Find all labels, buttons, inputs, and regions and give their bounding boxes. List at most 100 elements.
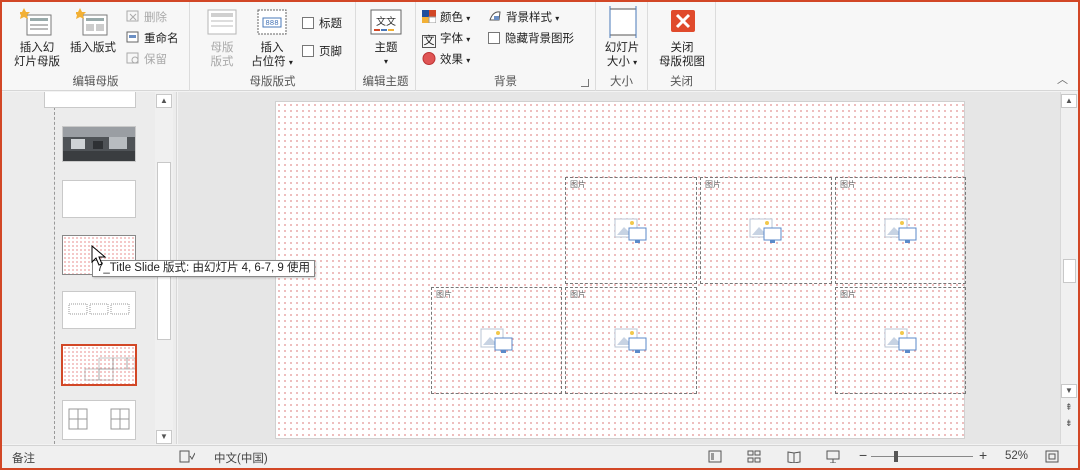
layout-thumbnail-selected[interactable] [61, 344, 137, 386]
close-icon [665, 6, 699, 38]
picture-placeholder[interactable]: 图片 [700, 177, 832, 284]
slide-master-thumbnail[interactable] [44, 92, 136, 108]
close-master-view-label-2: 母版视图 [659, 56, 705, 68]
collapse-ribbon-icon[interactable]: ︿ [1057, 71, 1068, 87]
group-edit-master: 插入幻 灯片母版 插入版式 删除 重命名 保留 编辑母版 [2, 2, 190, 91]
normal-view-icon[interactable] [708, 450, 722, 466]
picture-icon [884, 218, 916, 243]
delete-label: 删除 [144, 12, 167, 24]
zoom-slider-handle[interactable] [894, 451, 898, 462]
effects-button[interactable]: 效果 ▾ [422, 52, 470, 69]
hide-background-graphics-label: 隐藏背景图形 [505, 33, 574, 45]
spell-check-icon[interactable] [179, 450, 196, 467]
fonts-icon: 文 [422, 35, 436, 48]
insert-layout-label: 插入版式 [70, 42, 116, 54]
layout-thumbnail-blank[interactable] [62, 180, 136, 218]
insert-placeholder-icon: 888 [255, 6, 289, 38]
scroll-up-icon[interactable]: ▲ [1061, 94, 1077, 108]
group-size: 幻灯片 大小 ▾ 大小 [596, 2, 648, 91]
hide-background-graphics-checkbox[interactable]: 隐藏背景图形 [488, 31, 574, 47]
picture-placeholder[interactable]: 图片 [431, 287, 562, 394]
picture-placeholder[interactable]: 图片 [835, 287, 966, 394]
slide-size-button[interactable]: 幻灯片 大小 ▾ [598, 6, 646, 70]
thumbnail-scroll-thumb[interactable] [157, 162, 171, 340]
background-styles-button[interactable]: 背景样式 ▾ [488, 10, 559, 27]
layout-thumbnail-placeholders[interactable] [62, 291, 136, 329]
zoom-in-button[interactable]: + [979, 447, 987, 463]
dialog-launcher-icon[interactable] [581, 79, 589, 87]
chevron-down-icon: ▾ [466, 56, 471, 65]
group-edit-theme: 文文 主题 ▾ 编辑主题 [356, 2, 416, 91]
placeholder-label: 图片 [840, 180, 856, 189]
master-layout-icon [205, 6, 239, 38]
fit-to-window-icon[interactable] [1045, 450, 1059, 466]
photo-thumbnail-image [63, 127, 135, 161]
zoom-level[interactable]: 52% [1005, 450, 1028, 462]
placeholder-label: 图片 [436, 290, 452, 299]
insert-slide-master-button[interactable]: 插入幻 灯片母版 [10, 6, 64, 69]
zoom-out-button[interactable]: − [859, 447, 867, 463]
zoom-slider-track[interactable] [871, 456, 973, 457]
insert-layout-button[interactable]: 插入版式 [66, 6, 120, 55]
picture-placeholder[interactable]: 图片 [835, 177, 966, 284]
effects-label: 效果 [440, 54, 463, 66]
slide-size-label-2-text: 大小 [606, 56, 630, 68]
picture-placeholder[interactable]: 图片 [565, 287, 697, 394]
slide-canvas[interactable]: 图片 图片 图片 图片 图片 图片 [275, 101, 966, 439]
slide-size-label-1: 幻灯片 [604, 42, 640, 54]
master-layout-button[interactable]: 母版 版式 [198, 6, 246, 69]
title-checkbox-box[interactable] [302, 17, 314, 29]
title-checkbox-label: 标题 [319, 18, 342, 30]
title-checkbox[interactable]: 标题 [302, 16, 342, 32]
picture-placeholder[interactable]: 图片 [565, 177, 697, 284]
master-layout-label-1: 母版 [210, 42, 234, 54]
slide-size-label-2: 大小 ▾ [598, 55, 646, 70]
themes-label: 主题 [374, 42, 398, 54]
layout-tooltip: 7_Title Slide 版式: 由幻灯片 4, 6-7, 9 使用 [92, 260, 316, 277]
layout-thumbnail-photo[interactable] [62, 126, 136, 162]
themes-icon: 文文 [369, 6, 403, 38]
themes-button[interactable]: 文文 主题 ▾ [361, 6, 411, 69]
scroll-down-icon[interactable]: ▼ [1061, 384, 1077, 398]
close-master-view-label-1: 关闭 [670, 42, 694, 54]
rename-icon [126, 31, 140, 44]
group-label-edit-theme: 编辑主题 [362, 76, 409, 88]
placeholder-label: 图片 [705, 180, 721, 189]
group-label-master-layout: 母版版式 [249, 76, 296, 88]
group-background: 颜色 ▾ 文字体 ▾ 效果 ▾ 背景样式 ▾ 隐藏背景图形 背景 [416, 2, 596, 91]
master-layout-label-2: 版式 [210, 56, 234, 68]
placeholder-label: 图片 [840, 290, 856, 299]
insert-placeholder-button[interactable]: 888 插入 占位符 ▾ [246, 6, 298, 70]
layout-thumbnail-grid[interactable] [62, 400, 136, 440]
group-label-edit-master: 编辑母版 [72, 76, 119, 88]
close-master-view-button[interactable]: 关闭 母版视图 [652, 6, 712, 69]
scroll-down-icon[interactable]: ▼ [156, 430, 172, 444]
group-close: 关闭 母版视图 关闭 [648, 2, 716, 91]
rename-button[interactable]: 重命名 [126, 31, 179, 47]
footer-checkbox-box[interactable] [302, 45, 314, 57]
reading-view-icon[interactable] [787, 450, 801, 466]
fonts-label: 字体 [440, 33, 463, 45]
slideshow-icon[interactable] [826, 450, 840, 466]
colors-label: 颜色 [440, 12, 463, 24]
ribbon: 插入幻 灯片母版 插入版式 删除 重命名 保留 编辑母版 母版 版式 888 插… [2, 2, 1078, 91]
preserve-button[interactable]: 保留 [126, 52, 167, 68]
language-indicator[interactable]: 中文(中国) [214, 450, 268, 466]
fonts-button[interactable]: 文字体 ▾ [422, 31, 470, 48]
notes-button[interactable]: 备注 [12, 450, 35, 466]
hide-background-graphics-box[interactable] [488, 32, 500, 44]
slide-scroll-thumb[interactable] [1063, 259, 1076, 283]
previous-slide-icon[interactable]: ⇞ [1065, 402, 1073, 413]
slide-scrollbar[interactable]: ▲ ▼ ⇞ ⇟ [1060, 92, 1078, 444]
status-bar: 备注 中文(中国) − + 52% [2, 445, 1078, 468]
footer-checkbox[interactable]: 页脚 [302, 44, 342, 60]
scroll-up-icon[interactable]: ▲ [156, 94, 172, 108]
selected-layout-preview [84, 357, 136, 381]
colors-icon [422, 10, 437, 24]
colors-button[interactable]: 颜色 ▾ [422, 10, 470, 27]
slide-sorter-icon[interactable] [747, 450, 761, 466]
chevron-down-icon: ▾ [383, 57, 388, 66]
next-slide-icon[interactable]: ⇟ [1065, 418, 1073, 429]
picture-icon [614, 328, 647, 353]
delete-button[interactable]: 删除 [126, 10, 167, 26]
